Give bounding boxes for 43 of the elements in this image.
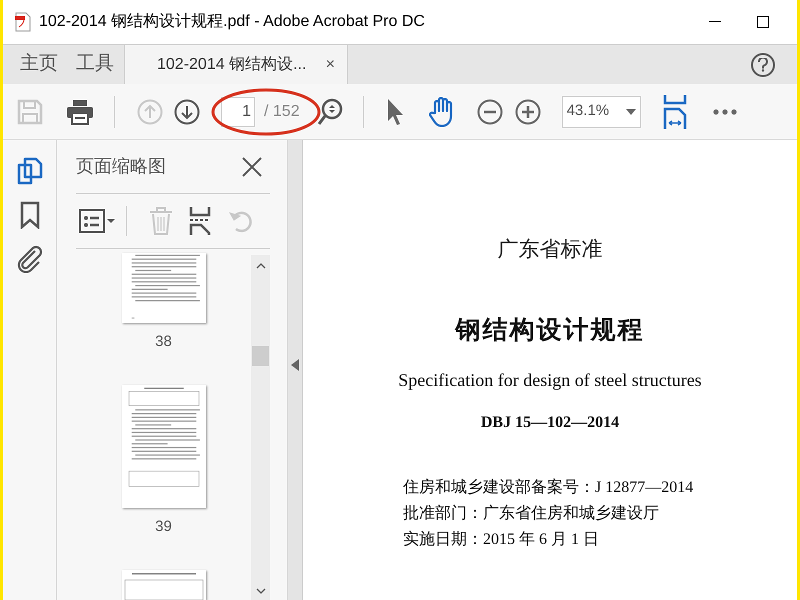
info-line: 实施日期：2015 年 6 月 1 日 [403, 530, 599, 550]
maximize-icon[interactable] [757, 16, 769, 28]
scrollbar-thumb[interactable] [252, 346, 269, 366]
help-icon[interactable] [751, 52, 775, 76]
document-title: 钢结构设计规程 [456, 316, 644, 346]
zoom-search-icon[interactable] [316, 98, 343, 126]
thumbnail-options-icon[interactable] [79, 209, 115, 233]
collapse-triangle-icon[interactable] [291, 359, 299, 371]
fit-page-icon[interactable] [662, 94, 687, 128]
standard-heading: 广东省标准 [498, 236, 602, 263]
tab-close-button[interactable]: × [326, 52, 335, 76]
window-title: 102-2014 钢结构设计规程.pdf - Adobe Acrobat Pro DC [39, 12, 425, 32]
zoom-out-icon[interactable] [476, 98, 503, 124]
more-icon[interactable] [712, 108, 737, 114]
panel-title: 页面缩略图 [76, 155, 167, 178]
close-icon[interactable] [242, 156, 262, 176]
page-number-label: 39 [155, 516, 172, 536]
page-count: / 152 [264, 102, 300, 122]
caret-icon [626, 108, 636, 114]
print-icon[interactable] [66, 98, 94, 124]
pages-icon[interactable] [16, 157, 42, 185]
standard-code: DBJ 15—102—2014 [480, 413, 620, 433]
page-number-field[interactable]: 1 [221, 96, 255, 126]
paperclip-icon[interactable] [16, 245, 42, 273]
tab[interactable]: 主页 [3, 45, 58, 84]
scroll-up-icon[interactable] [256, 263, 266, 269]
zoom-dropdown[interactable]: 43.1% [562, 96, 641, 128]
tab[interactable]: 102-2014 钢结构设... × [124, 45, 348, 84]
pdf-file-icon [15, 12, 31, 32]
scroll-down-icon[interactable] [256, 588, 266, 594]
scrollbar[interactable] [251, 255, 270, 600]
page-thumbnail[interactable] [122, 385, 206, 508]
info-line: 住房和城乡建设部备案号：J 12877—2014 [403, 477, 694, 498]
english-title: Specification for design of steel structures [398, 369, 702, 392]
info-line: 批准部门：广东省住房和城乡建设厅 [403, 504, 659, 524]
zoom-in-icon[interactable] [514, 98, 541, 124]
insert-pages-icon[interactable] [189, 207, 211, 235]
page-thumbnail[interactable] [122, 253, 206, 323]
minimize-icon[interactable] [709, 21, 721, 23]
page-number-label: 38 [155, 332, 172, 352]
tab[interactable]: 工具 [58, 45, 114, 84]
pointer-icon[interactable] [386, 98, 405, 126]
page-thumbnail[interactable] [122, 570, 206, 600]
